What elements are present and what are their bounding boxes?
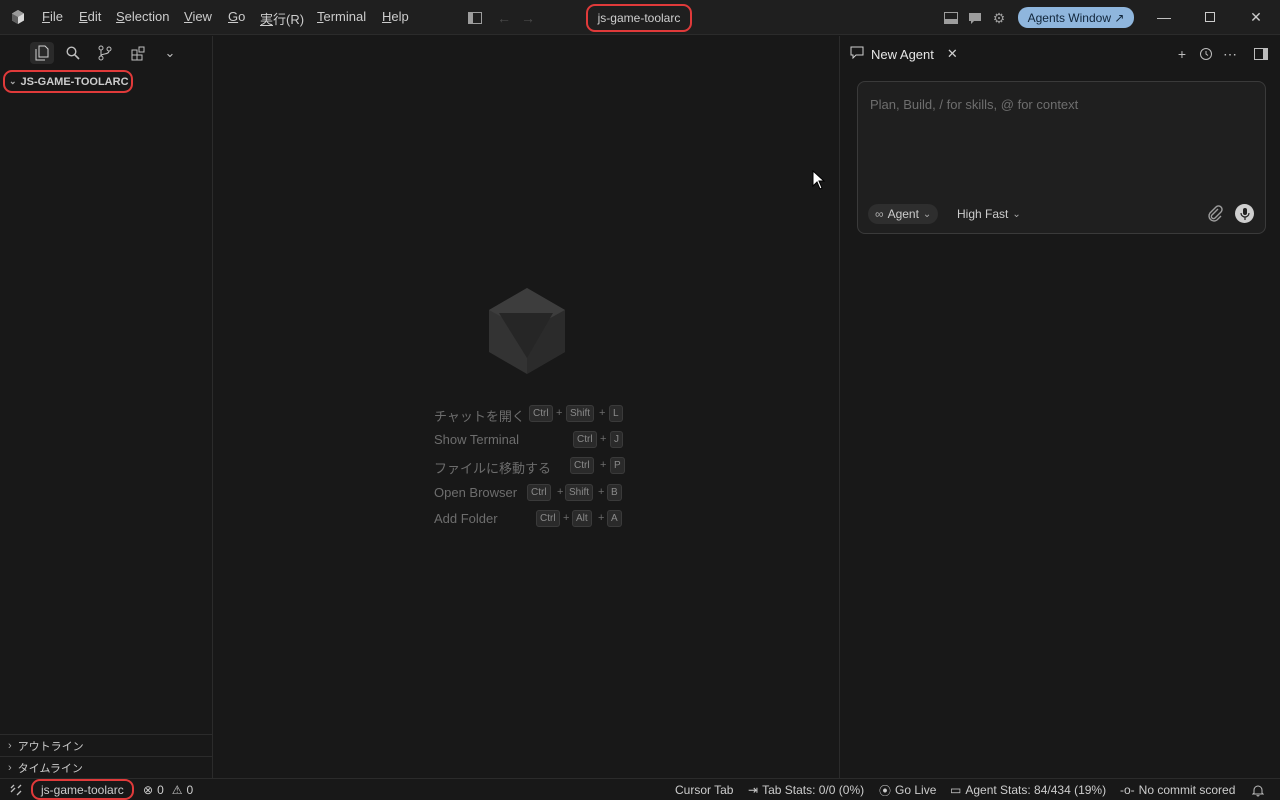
key-l: L bbox=[609, 405, 623, 422]
infinity-icon: ∞ bbox=[875, 207, 884, 221]
cursor-logo-icon bbox=[487, 286, 567, 376]
editor-area: チャットを開く Ctrl + Shift + L Show Terminal C… bbox=[214, 36, 838, 778]
key-ctrl: Ctrl bbox=[570, 457, 594, 474]
menu-terminal[interactable]: Terminal bbox=[317, 9, 366, 24]
workspace-status[interactable]: js-game-toolarc bbox=[31, 779, 134, 800]
title-bar: File Edit Selection View Go 実行(R) Termin… bbox=[0, 0, 1280, 35]
key-a: A bbox=[607, 510, 622, 527]
menu-run[interactable]: 実行(R) bbox=[260, 9, 304, 28]
warning-count: 0 bbox=[186, 783, 194, 797]
outline-section[interactable]: › アウトライン bbox=[0, 734, 212, 756]
agent-panel: New Agent ✕ + ⋯ ∞ Agent ⌄ High Fast ⌄ bbox=[839, 36, 1280, 778]
key-ctrl: Ctrl bbox=[527, 484, 551, 501]
menu-selection[interactable]: Selection bbox=[116, 9, 169, 24]
search-icon[interactable] bbox=[61, 42, 85, 64]
folder-name: JS-GAME-TOOLARC bbox=[20, 75, 129, 88]
chat-icon[interactable] bbox=[966, 9, 984, 27]
tab-new-agent[interactable]: New Agent ✕ bbox=[850, 43, 958, 65]
chevron-down-icon: ⌄ bbox=[922, 208, 932, 220]
chevron-down-icon[interactable]: ⌄ bbox=[158, 42, 182, 64]
model-label: High Fast bbox=[957, 207, 1009, 221]
tab-stats-status[interactable]: ⇥ Tab Stats: 0/0 (0%) bbox=[748, 782, 864, 798]
model-dropdown[interactable]: High Fast ⌄ bbox=[957, 204, 1021, 224]
menu-edit[interactable]: Edit bbox=[79, 9, 101, 24]
shortcut-label: Show Terminal bbox=[434, 432, 520, 447]
key-shift: Shift bbox=[565, 484, 594, 501]
source-control-icon[interactable] bbox=[93, 42, 117, 64]
history-clock-icon[interactable] bbox=[1197, 45, 1215, 63]
menu-view[interactable]: View bbox=[184, 9, 212, 24]
forward-arrow-icon[interactable]: → bbox=[519, 9, 537, 27]
tab-label: New Agent bbox=[871, 46, 934, 62]
plus-icon[interactable]: + bbox=[1173, 45, 1191, 63]
commit-status[interactable]: -o- No commit scored bbox=[1120, 782, 1235, 798]
back-arrow-icon[interactable]: ← bbox=[495, 9, 513, 27]
key-ctrl: Ctrl bbox=[573, 431, 597, 448]
chevron-down-icon: ⌄ bbox=[9, 76, 17, 86]
toggle-panel-icon[interactable] bbox=[1252, 45, 1270, 63]
settings-gear-icon[interactable]: ⚙ bbox=[990, 9, 1008, 27]
error-count: 0 bbox=[157, 783, 164, 797]
arrow-right-icon: ⇥ bbox=[748, 783, 759, 797]
key-alt: Alt bbox=[572, 510, 592, 527]
key-ctrl: Ctrl bbox=[536, 510, 560, 527]
key-p: P bbox=[610, 457, 625, 474]
sidebar: ⌄ ⌄ JS-GAME-TOOLARC › アウトライン › タイムライン bbox=[0, 36, 213, 778]
warning-icon: ⚠ bbox=[171, 783, 183, 797]
close-tab-icon[interactable]: ✕ bbox=[947, 46, 958, 62]
minimize-icon[interactable]: — bbox=[1152, 7, 1176, 27]
remote-indicator-icon[interactable] bbox=[10, 782, 22, 798]
shortcut-label: Open Browser bbox=[434, 485, 518, 500]
git-commit-icon: -o- bbox=[1120, 783, 1135, 797]
chevron-right-icon: › bbox=[8, 761, 12, 774]
status-bar: js-game-toolarc ⊗ 0 ⚠ 0 Cursor Tab ⇥ Tab… bbox=[0, 778, 1280, 800]
key-ctrl: Ctrl bbox=[529, 405, 553, 422]
explorer-folder-header[interactable]: ⌄ JS-GAME-TOOLARC bbox=[3, 70, 133, 93]
explorer-icon[interactable] bbox=[30, 42, 54, 64]
go-live-status[interactable]: ⦿ Go Live bbox=[879, 782, 936, 798]
agent-prompt-input[interactable] bbox=[868, 94, 1248, 114]
menu-file[interactable]: File bbox=[42, 9, 63, 24]
chat-bubble-icon bbox=[850, 46, 864, 62]
tab-stats-label: Tab Stats: 0/0 (0%) bbox=[762, 783, 865, 797]
panel-layout-icon[interactable] bbox=[942, 9, 960, 27]
go-live-label: Go Live bbox=[895, 783, 937, 797]
shortcut-label: ファイルに移動する bbox=[434, 461, 552, 476]
key-j: J bbox=[610, 431, 623, 448]
error-icon: ⊗ bbox=[143, 783, 154, 797]
broadcast-icon: ⦿ bbox=[879, 783, 892, 798]
close-icon[interactable]: ✕ bbox=[1244, 7, 1268, 27]
chevron-right-icon: › bbox=[8, 739, 12, 752]
attach-paperclip-icon[interactable] bbox=[1207, 204, 1225, 224]
agent-composer: ∞ Agent ⌄ High Fast ⌄ bbox=[857, 81, 1266, 234]
shortcut-label: Add Folder bbox=[434, 511, 498, 526]
notification-bell-icon[interactable] bbox=[1252, 782, 1264, 798]
agent-mode-label: Agent bbox=[887, 207, 919, 221]
maximize-icon[interactable] bbox=[1198, 7, 1222, 27]
agent-mode-dropdown[interactable]: ∞ Agent ⌄ bbox=[868, 204, 939, 224]
outline-label: アウトライン bbox=[17, 740, 84, 753]
key-shift: Shift bbox=[566, 405, 595, 422]
timeline-label: タイムライン bbox=[17, 762, 83, 775]
chevron-down-icon: ⌄ bbox=[1012, 208, 1021, 220]
app-logo-icon bbox=[10, 9, 26, 25]
agents-window-button[interactable]: Agents Window ↗ bbox=[1018, 7, 1134, 28]
menu-go[interactable]: Go bbox=[228, 9, 245, 24]
problems-status[interactable]: ⊗ 0 ⚠ 0 bbox=[143, 782, 193, 798]
agent-stats-label: Agent Stats: 84/434 (19%) bbox=[965, 783, 1107, 797]
timeline-section[interactable]: › タイムライン bbox=[0, 756, 212, 778]
cursor-tab-status[interactable]: Cursor Tab bbox=[675, 782, 733, 798]
extensions-icon[interactable] bbox=[126, 42, 150, 64]
menu-help[interactable]: Help bbox=[382, 9, 409, 24]
commit-label: No commit scored bbox=[1138, 783, 1236, 797]
microphone-icon[interactable] bbox=[1235, 204, 1254, 223]
mouse-cursor-icon bbox=[812, 169, 826, 190]
monitor-icon: ▭ bbox=[950, 783, 962, 797]
shortcut-label: チャットを開く bbox=[434, 409, 525, 424]
agent-stats-status[interactable]: ▭ Agent Stats: 84/434 (19%) bbox=[950, 782, 1106, 798]
key-b: B bbox=[607, 484, 622, 501]
window-title[interactable]: js-game-toolarc bbox=[586, 4, 692, 32]
more-options-icon[interactable]: ⋯ bbox=[1221, 45, 1239, 63]
toggle-sidebar-icon[interactable] bbox=[466, 9, 484, 27]
